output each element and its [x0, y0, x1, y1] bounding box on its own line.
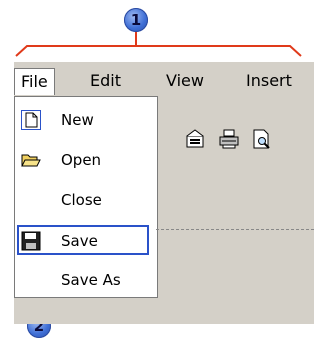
save-disk-icon: [21, 231, 41, 251]
menu-item-label: New: [61, 111, 94, 129]
menu-edit[interactable]: Edit: [90, 68, 121, 94]
menu-item-close[interactable]: Close: [15, 183, 157, 219]
callout-badge-1: 1: [124, 8, 148, 32]
menu-item-label: Save: [61, 232, 98, 250]
menu-item-label: Save As: [61, 271, 121, 289]
menu-item-open[interactable]: Open: [15, 143, 157, 179]
file-menu-dropdown: New Open Close Save Save As: [14, 96, 158, 298]
print-preview-icon[interactable]: [250, 128, 274, 150]
menu-item-label: Open: [61, 151, 102, 169]
menu-view[interactable]: View: [166, 68, 204, 94]
menu-item-save-as[interactable]: Save As: [15, 263, 157, 299]
cut-edge-dashed-line: [156, 229, 314, 230]
menu-item-label: Close: [61, 191, 102, 209]
menu-file[interactable]: File: [14, 68, 55, 95]
printer-icon[interactable]: [217, 128, 241, 150]
callout-1-bracket: [15, 45, 302, 57]
new-document-icon: [21, 110, 41, 130]
open-folder-icon: [21, 150, 41, 170]
menu-bar: File Edit View Insert: [14, 62, 314, 98]
menu-insert[interactable]: Insert: [246, 68, 292, 94]
open-envelope-icon[interactable]: [184, 128, 208, 150]
menu-item-new[interactable]: New: [15, 103, 157, 139]
menu-item-save[interactable]: Save: [15, 224, 157, 260]
